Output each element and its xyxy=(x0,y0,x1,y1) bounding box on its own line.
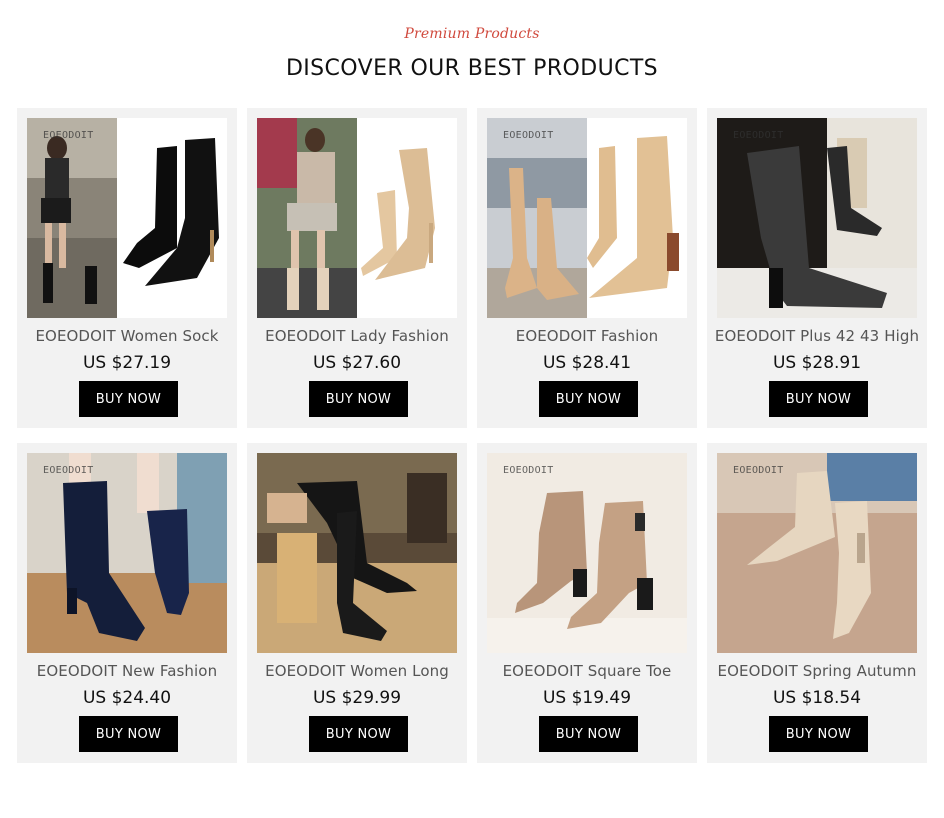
product-name[interactable]: EOEODOIT Women Long xyxy=(253,662,461,680)
product-image[interactable] xyxy=(257,118,457,318)
product-card[interactable]: EOEODOIT Women Long US $29.99 BUY NOW xyxy=(247,443,467,763)
product-photo xyxy=(717,453,917,653)
section-header: Premium Products DISCOVER OUR BEST PRODU… xyxy=(0,0,944,100)
section-kicker: Premium Products xyxy=(404,26,540,42)
product-price: US $18.54 xyxy=(772,688,862,708)
product-image[interactable]: EOEODOIT xyxy=(27,453,227,653)
product-photo xyxy=(257,453,457,653)
product-card[interactable]: EOEODOIT EOEODOIT Square Toe US $19.49 B… xyxy=(477,443,697,763)
brand-watermark: EOEODOIT xyxy=(733,130,784,141)
product-name[interactable]: EOEODOIT Lady Fashion xyxy=(253,327,461,345)
buy-now-button[interactable]: BUY NOW xyxy=(769,381,868,417)
product-image[interactable]: EOEODOIT xyxy=(487,453,687,653)
buy-now-button[interactable]: BUY NOW xyxy=(539,381,638,417)
product-name[interactable]: EOEODOIT Square Toe xyxy=(483,662,691,680)
brand-watermark: EOEODOIT xyxy=(43,130,94,141)
product-price: US $29.99 xyxy=(312,688,402,708)
brand-watermark: EOEODOIT xyxy=(503,130,554,141)
product-price: US $28.91 xyxy=(772,353,862,373)
product-price: US $19.49 xyxy=(542,688,632,708)
brand-watermark: EOEODOIT xyxy=(733,465,784,476)
product-photo xyxy=(717,118,917,318)
brand-watermark: EOEODOIT xyxy=(43,465,94,476)
product-grid: EOEODOIT EOEODOIT Women Sock US $27.19 B… xyxy=(17,108,927,768)
product-card[interactable]: EOEODOIT EOEODOIT Spring Autumn US $18.5… xyxy=(707,443,927,763)
buy-now-button[interactable]: BUY NOW xyxy=(769,716,868,752)
product-card[interactable]: EOEODOIT EOEODOIT Fashion US $28.41 BUY … xyxy=(477,108,697,428)
product-name[interactable]: EOEODOIT New Fashion xyxy=(23,662,231,680)
product-image[interactable]: EOEODOIT xyxy=(487,118,687,318)
product-name[interactable]: EOEODOIT Women Sock xyxy=(23,327,231,345)
brand-watermark: EOEODOIT xyxy=(503,465,554,476)
product-image[interactable]: EOEODOIT xyxy=(27,118,227,318)
product-name[interactable]: EOEODOIT Plus 42 43 High xyxy=(713,327,921,345)
product-image[interactable]: EOEODOIT xyxy=(717,118,917,318)
product-photo xyxy=(27,118,227,318)
section-title: DISCOVER OUR BEST PRODUCTS xyxy=(285,56,659,81)
product-photo xyxy=(27,453,227,653)
product-card[interactable]: EOEODOIT EOEODOIT Plus 42 43 High US $28… xyxy=(707,108,927,428)
product-price: US $27.19 xyxy=(82,353,172,373)
product-card[interactable]: EOEODOIT Lady Fashion US $27.60 BUY NOW xyxy=(247,108,467,428)
product-price: US $28.41 xyxy=(542,353,632,373)
product-photo xyxy=(257,118,457,318)
product-photo xyxy=(487,118,687,318)
product-name[interactable]: EOEODOIT Fashion xyxy=(483,327,691,345)
product-photo xyxy=(487,453,687,653)
product-image[interactable]: EOEODOIT xyxy=(717,453,917,653)
buy-now-button[interactable]: BUY NOW xyxy=(79,381,178,417)
product-name[interactable]: EOEODOIT Spring Autumn xyxy=(713,662,921,680)
product-card[interactable]: EOEODOIT EOEODOIT Women Sock US $27.19 B… xyxy=(17,108,237,428)
buy-now-button[interactable]: BUY NOW xyxy=(309,381,408,417)
buy-now-button[interactable]: BUY NOW xyxy=(309,716,408,752)
buy-now-button[interactable]: BUY NOW xyxy=(539,716,638,752)
product-price: US $27.60 xyxy=(312,353,402,373)
buy-now-button[interactable]: BUY NOW xyxy=(79,716,178,752)
product-card[interactable]: EOEODOIT EOEODOIT New Fashion US $24.40 … xyxy=(17,443,237,763)
product-price: US $24.40 xyxy=(82,688,172,708)
product-image[interactable] xyxy=(257,453,457,653)
